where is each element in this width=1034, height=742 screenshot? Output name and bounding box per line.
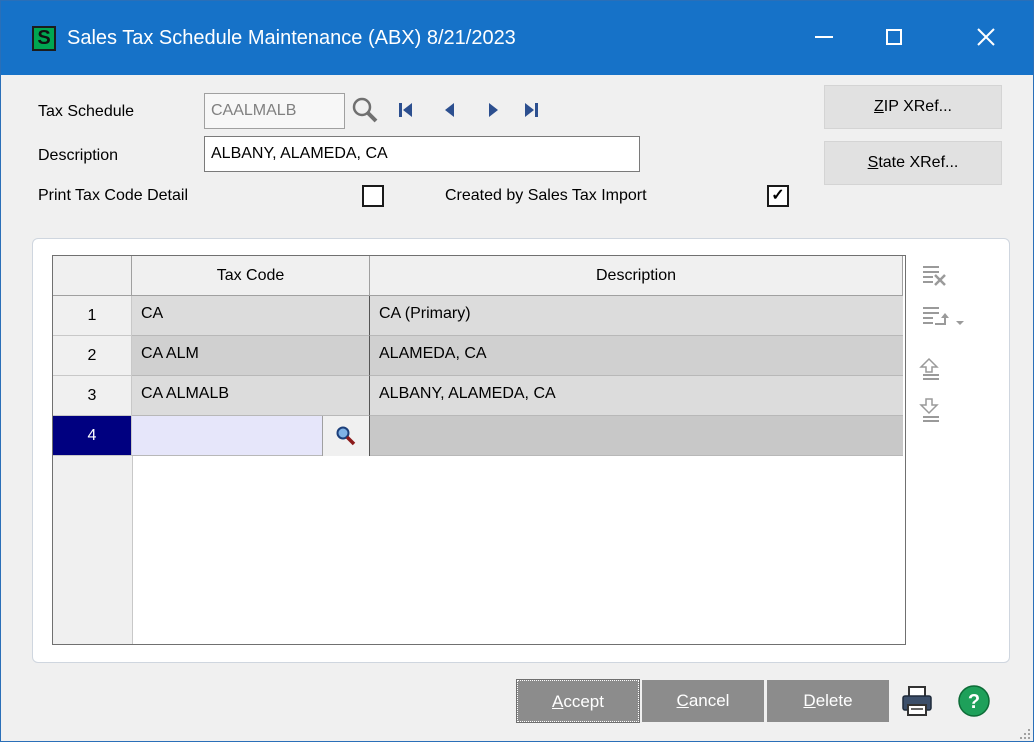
description-cell[interactable]: ALAMEDA, CA (370, 336, 903, 376)
state-xref-accelerator: S (867, 154, 879, 171)
row-number[interactable]: 4 (53, 416, 132, 456)
first-record-button[interactable] (393, 97, 419, 123)
magnifier-icon (352, 97, 378, 123)
close-button[interactable] (955, 11, 1017, 63)
tax-code-grid[interactable]: Tax Code Description 1 CA CA (Primary) 2… (52, 255, 906, 645)
column-header-tax-code[interactable]: Tax Code (132, 256, 370, 296)
created-by-import-checkbox[interactable]: ✓ (767, 185, 789, 207)
window-title: Sales Tax Schedule Maintenance (ABX) 8/2… (67, 27, 516, 49)
table-row[interactable]: 2 CA ALM ALAMEDA, CA (53, 336, 905, 376)
print-tax-code-detail-label: Print Tax Code Detail (38, 187, 188, 204)
state-xref-button[interactable]: State XRef... (824, 141, 1002, 185)
next-record-icon (489, 103, 498, 117)
delete-accelerator: D (803, 691, 816, 710)
resize-grip[interactable] (1019, 727, 1031, 739)
help-icon: ? (958, 685, 990, 717)
description-label: Description (38, 147, 119, 164)
accept-button[interactable]: Accept (516, 679, 640, 723)
minimize-button[interactable] (793, 11, 855, 63)
next-record-button[interactable] (480, 97, 506, 123)
minimize-icon (815, 36, 833, 38)
state-xref-label: tate XRef... (878, 154, 959, 171)
delete-button[interactable]: Delete (767, 680, 889, 722)
print-button[interactable] (899, 684, 937, 720)
description-cell[interactable]: CA (Primary) (370, 296, 903, 336)
tax-code-cell[interactable]: CA (132, 296, 370, 336)
description-cell[interactable] (370, 416, 903, 456)
description-field[interactable]: ALBANY, ALAMEDA, CA (204, 136, 640, 172)
print-tax-code-detail-checkbox[interactable] (362, 185, 384, 207)
first-record-icon (399, 103, 412, 117)
accept-label: ccept (563, 692, 604, 711)
lookup-button[interactable] (348, 93, 382, 127)
row-number[interactable]: 2 (53, 336, 132, 376)
delete-lines-icon (923, 266, 946, 286)
cancel-label: ancel (688, 691, 730, 710)
previous-record-icon (445, 103, 454, 117)
tax-code-cell[interactable]: CA ALM (132, 336, 370, 376)
tax-code-cell[interactable]: CA ALMALB (132, 376, 370, 416)
move-down-icon (919, 398, 939, 422)
printer-icon (902, 686, 932, 716)
insert-lines-icon (923, 307, 964, 325)
tax-code-edit-cell[interactable] (132, 416, 322, 456)
table-row[interactable]: 1 CA CA (Primary) (53, 296, 905, 336)
table-row-selected[interactable]: 4 (53, 416, 905, 456)
tax-schedule-label: Tax Schedule (38, 103, 135, 120)
row-number[interactable]: 1 (53, 296, 132, 336)
delete-row-button[interactable] (919, 263, 949, 289)
zip-xref-accelerator: Z (874, 98, 884, 115)
cancel-accelerator: C (676, 691, 689, 710)
delete-label: elete (815, 691, 853, 710)
accept-accelerator: A (552, 692, 564, 711)
row-number[interactable]: 3 (53, 376, 132, 416)
last-record-icon (525, 103, 538, 117)
main-window: S Sales Tax Schedule Maintenance (ABX) 8… (0, 0, 1034, 742)
close-icon (977, 28, 995, 46)
lookup-magnifier-icon (336, 426, 356, 446)
tax-code-lookup-button[interactable] (322, 416, 370, 456)
title-bar[interactable]: S Sales Tax Schedule Maintenance (ABX) 8… (1, 1, 1033, 75)
move-up-icon (919, 357, 939, 380)
insert-row-menu-button[interactable] (919, 304, 965, 330)
move-row-down-button[interactable] (919, 397, 949, 423)
app-icon: S (32, 26, 56, 51)
zip-xref-label: IP XRef... (883, 98, 952, 115)
description-cell[interactable]: ALBANY, ALAMEDA, CA (370, 376, 903, 416)
resize-grip-icon (1020, 729, 1030, 739)
zip-xref-button[interactable]: ZIP XRef... (824, 85, 1002, 129)
move-row-up-button[interactable] (919, 357, 949, 383)
help-button[interactable]: ? (957, 684, 991, 718)
last-record-button[interactable] (518, 97, 544, 123)
grid-corner (53, 256, 132, 296)
maximize-icon (886, 29, 902, 45)
tax-schedule-field[interactable]: CAALMALB (204, 93, 345, 129)
cancel-button[interactable]: Cancel (642, 680, 764, 722)
column-header-description[interactable]: Description (370, 256, 903, 296)
created-by-import-label: Created by Sales Tax Import (445, 187, 647, 204)
table-row[interactable]: 3 CA ALMALB ALBANY, ALAMEDA, CA (53, 376, 905, 416)
previous-record-button[interactable] (437, 97, 463, 123)
svg-text:?: ? (968, 691, 980, 713)
maximize-button[interactable] (863, 11, 925, 63)
